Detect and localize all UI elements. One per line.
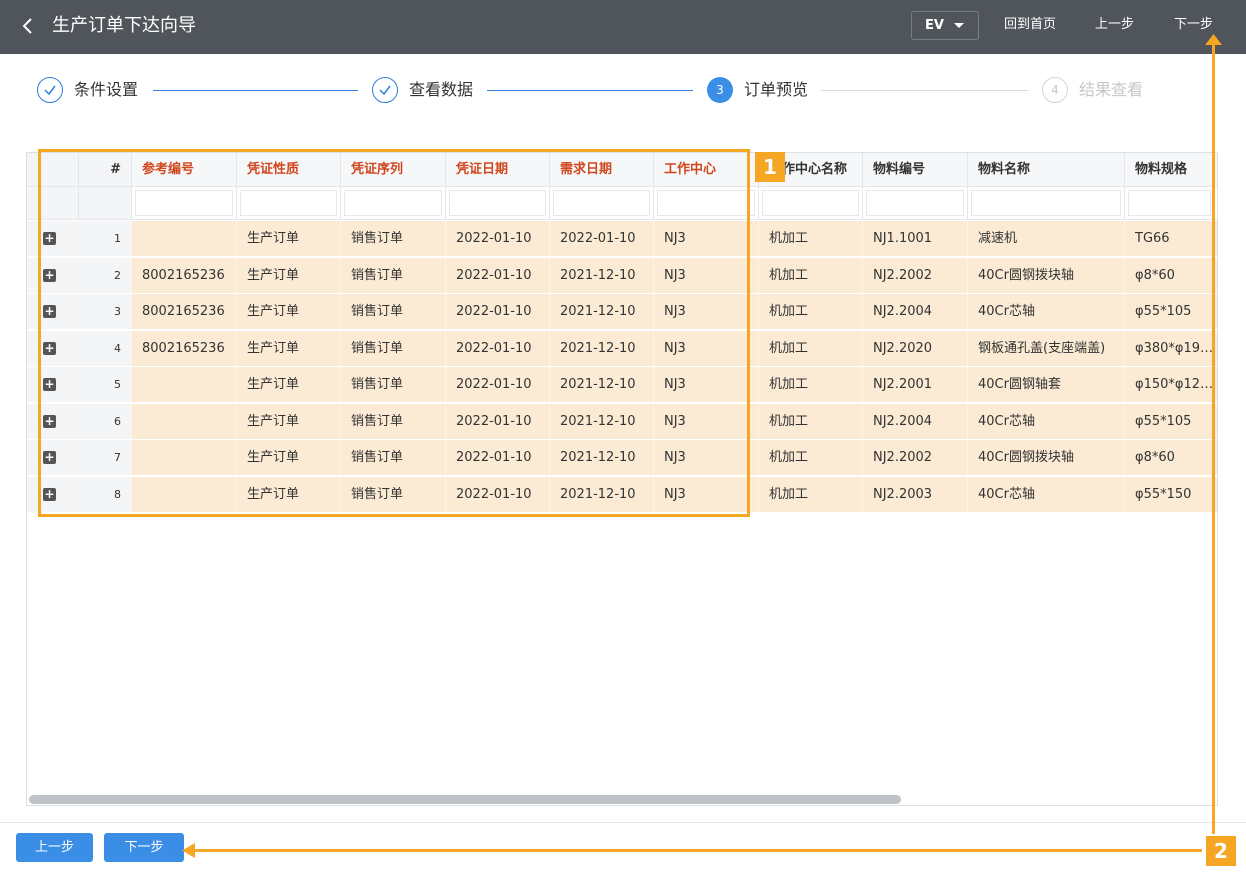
cell-material-no: NJ2.2002	[863, 440, 968, 475]
header-next-button[interactable]: 下一步	[1174, 15, 1213, 35]
cell-material-name: 40Cr芯轴	[968, 403, 1125, 439]
cell-work-center-name: 机加工	[759, 221, 863, 256]
cell-material-spec: φ8*60	[1125, 440, 1215, 475]
header-prev-button[interactable]: 上一步	[1095, 15, 1134, 35]
cell-work-center-name: 机加工	[759, 294, 863, 329]
cell-work-center-name: 机加工	[759, 330, 863, 366]
cell-material-name: 40Cr圆钢轴套	[968, 367, 1125, 402]
annotation-badge-2: 2	[1206, 836, 1236, 866]
column-header-material-name[interactable]: 物料名称	[968, 153, 1125, 186]
cell-work-center-name: 机加工	[759, 476, 863, 512]
cell-material-name: 钢板通孔盖(支座端盖)	[968, 330, 1125, 366]
cell-material-spec: TG66	[1125, 221, 1215, 256]
step-2-check-icon	[372, 77, 398, 103]
header-bar: 生产订单下达向导 EV 回到首页 上一步 下一步	[0, 0, 1246, 54]
step-4-label: 结果查看	[1079, 80, 1144, 99]
annotation-badge-1: 1	[755, 152, 785, 182]
cell-material-name: 40Cr芯轴	[968, 476, 1125, 512]
cell-material-spec: φ380*φ192...	[1125, 330, 1215, 366]
filter-cell-material-spec	[1125, 187, 1215, 219]
cell-work-center-name: 机加工	[759, 440, 863, 475]
step-3-number: 3	[707, 77, 733, 103]
filter-cell-material-name	[968, 187, 1125, 219]
filter-cell-work-center-name	[759, 187, 863, 219]
filter-input-material-spec[interactable]	[1128, 190, 1211, 216]
ev-dropdown-label: EV	[925, 18, 944, 33]
caret-down-icon	[954, 23, 964, 28]
footer-next-button[interactable]: 下一步	[104, 833, 184, 862]
filter-input-material-name[interactable]	[971, 190, 1121, 216]
cell-work-center-name: 机加工	[759, 403, 863, 439]
filter-cell-material-no	[863, 187, 968, 219]
cell-material-no: NJ2.2004	[863, 294, 968, 329]
cell-material-spec: φ55*105	[1125, 403, 1215, 439]
ev-dropdown[interactable]: EV	[911, 11, 979, 40]
cell-material-spec: φ150*φ120...	[1125, 367, 1215, 402]
arrow-up-icon	[1205, 34, 1222, 45]
cell-material-no: NJ2.2004	[863, 403, 968, 439]
cell-material-spec: φ55*150	[1125, 476, 1215, 512]
cell-material-no: NJ2.2001	[863, 367, 968, 402]
cell-material-no: NJ2.2002	[863, 257, 968, 293]
step-1-check-icon	[37, 77, 63, 103]
cell-material-no: NJ2.2003	[863, 476, 968, 512]
cell-material-name: 40Cr圆钢拨块轴	[968, 257, 1125, 293]
column-header-material-spec[interactable]: 物料规格	[1125, 153, 1215, 186]
step-2-label: 查看数据	[409, 80, 474, 99]
footer-divider	[0, 822, 1246, 823]
step-connector-1	[153, 90, 358, 91]
cell-material-name: 减速机	[968, 221, 1125, 256]
cell-material-no: NJ1.1001	[863, 221, 968, 256]
filter-input-work-center-name[interactable]	[762, 190, 859, 216]
step-connector-3	[821, 90, 1028, 91]
arrow-left-icon	[182, 843, 195, 858]
cell-material-spec: φ55*105	[1125, 294, 1215, 329]
scrollbar-thumb[interactable]	[29, 795, 901, 804]
annotation-line-vertical	[1212, 40, 1215, 834]
cell-material-name: 40Cr圆钢拨块轴	[968, 440, 1125, 475]
horizontal-scrollbar[interactable]	[27, 793, 1217, 805]
footer-prev-button[interactable]: 上一步	[16, 833, 93, 862]
annotation-box-1	[38, 149, 750, 517]
step-3-label: 订单预览	[744, 80, 809, 99]
page-title: 生产订单下达向导	[52, 15, 196, 36]
annotation-line-horizontal	[192, 849, 1202, 852]
step-connector-2	[487, 90, 693, 91]
cell-work-center-name: 机加工	[759, 367, 863, 402]
cell-material-no: NJ2.2020	[863, 330, 968, 366]
column-header-material-no[interactable]: 物料编号	[863, 153, 968, 186]
cell-work-center-name: 机加工	[759, 257, 863, 293]
step-1-label: 条件设置	[74, 80, 139, 99]
cell-material-name: 40Cr芯轴	[968, 294, 1125, 329]
home-link[interactable]: 回到首页	[1004, 15, 1056, 35]
cell-material-spec: φ8*60	[1125, 257, 1215, 293]
back-arrow-icon[interactable]	[16, 14, 40, 38]
step-4-number: 4	[1042, 77, 1068, 103]
filter-input-material-no[interactable]	[866, 190, 964, 216]
